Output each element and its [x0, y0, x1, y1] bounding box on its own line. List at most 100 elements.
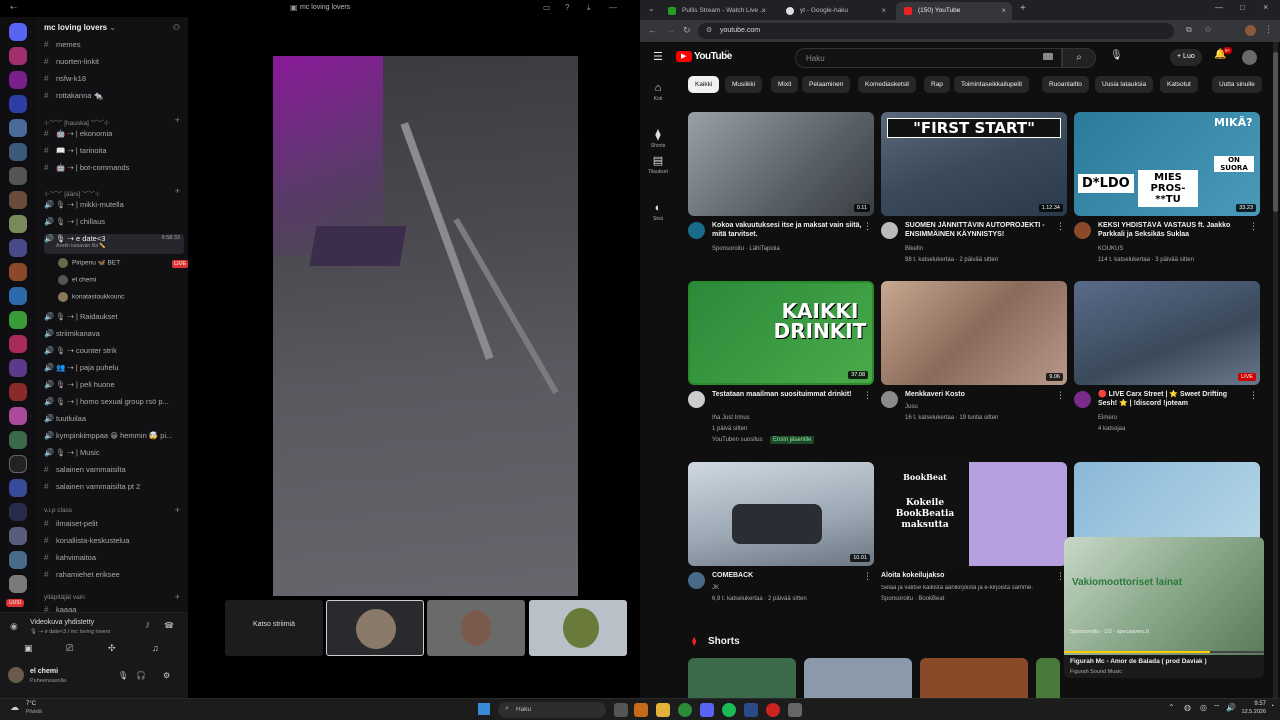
video-thumbnail[interactable]: LIVE	[1074, 281, 1260, 385]
site-info-icon[interactable]: ⚙	[706, 26, 712, 34]
video-thumbnail[interactable]: "FIRST START" 1.12.34	[881, 112, 1067, 216]
search-button[interactable]: ⌕	[1062, 48, 1096, 68]
menu-icon[interactable]: ⋮	[1264, 24, 1273, 35]
tray-chevron-icon[interactable]: ⌃	[1168, 703, 1175, 712]
chip-new[interactable]: Uutta sinulle	[1212, 76, 1262, 93]
video-channel[interactable]: Elmero	[1098, 415, 1117, 421]
server-icon[interactable]	[9, 479, 27, 497]
short-thumbnail[interactable]	[804, 658, 912, 698]
server-icon[interactable]	[9, 359, 27, 377]
scrollbar[interactable]	[1273, 42, 1278, 698]
download-icon[interactable]: ⤓	[587, 3, 591, 13]
forward-icon[interactable]: →	[666, 25, 675, 35]
chip-rap[interactable]: Rap	[924, 76, 950, 93]
chip-gaming[interactable]: Pelaaminen	[802, 76, 851, 93]
new-tab-icon[interactable]: +	[1020, 3, 1026, 14]
server-icon[interactable]	[9, 503, 27, 521]
url-field[interactable]: ⚙ youtube.com	[698, 23, 1174, 39]
more-icon[interactable]: ⋮	[863, 390, 872, 401]
video-channel[interactable]: Bikefin	[905, 246, 923, 252]
voice-channel[interactable]: 🔊 🎙 ⇢ | peli huone	[44, 380, 184, 394]
app-icon[interactable]	[634, 703, 648, 717]
wifi-icon[interactable]: ⌔	[1213, 703, 1221, 713]
help-icon[interactable]: ?	[565, 3, 569, 12]
server-icon[interactable]	[9, 455, 27, 473]
channel-item[interactable]: # 🤖 ⇢ | ekonomia	[44, 129, 184, 143]
participant-tile[interactable]	[326, 600, 424, 656]
headphones-icon[interactable]: 🎧	[136, 671, 146, 680]
reload-icon[interactable]: ↻	[683, 25, 691, 36]
taskbar-search[interactable]: ⌕ Haku	[498, 702, 606, 718]
settings-icon[interactable]: ⚙	[163, 671, 170, 680]
voice-user[interactable]: konatastoukkounc■	[58, 292, 188, 306]
server-icon[interactable]	[9, 311, 27, 329]
channel-avatar[interactable]	[881, 222, 898, 239]
clock-date[interactable]: 12.5.2026	[1226, 709, 1266, 715]
settings-icon[interactable]	[788, 703, 802, 717]
search-input[interactable]: Haku	[795, 48, 1062, 68]
chip-action[interactable]: Toimintaseikkailupelit	[954, 76, 1030, 93]
video-channel[interactable]: Sponsoroitu · LähiTapiola	[712, 246, 780, 252]
video-thumbnail[interactable]: 10.01	[688, 462, 874, 566]
file-explorer-icon[interactable]	[656, 703, 670, 717]
video-title[interactable]: 🔴 LIVE Carx Street | ⭐ Sweet Drifting Se…	[1098, 390, 1248, 408]
video-thumbnail[interactable]: KAIKKI DRINKIT 37.08	[688, 281, 874, 385]
video-thumbnail[interactable]: 9.06	[881, 281, 1067, 385]
voice-channel[interactable]: 🔊 🎙 ⇢ | chillaus	[44, 217, 184, 231]
video-title[interactable]: SUOMEN JÄNNITTÄVIN AUTOPROJEKTI - ENSIMM…	[905, 221, 1055, 239]
soundboard-icon[interactable]: ♫	[152, 643, 159, 653]
channel-item[interactable]: # 🤖 ⇢ | bot-commands	[44, 163, 184, 177]
stream-video[interactable]	[273, 56, 578, 596]
video-title[interactable]: Kokoa vakuutuksesi itse ja maksat vain s…	[712, 221, 862, 239]
server-icon[interactable]	[9, 143, 27, 161]
more-icon[interactable]: ⋮	[1056, 390, 1065, 401]
ad-thumbnail[interactable]: BookBeat Kokeile BookBeatia maksutta	[881, 462, 1067, 566]
server-icon[interactable]	[9, 407, 27, 425]
profile-avatar[interactable]	[1245, 25, 1256, 36]
steam-icon[interactable]	[744, 703, 758, 717]
progress-track[interactable]	[1064, 651, 1264, 653]
close-window-icon[interactable]: ×	[1263, 2, 1268, 12]
server-icon[interactable]	[9, 287, 27, 305]
activity-icon[interactable]: ✣	[108, 643, 116, 654]
server-icon[interactable]	[9, 119, 27, 137]
video-channel[interactable]: Jusu	[905, 404, 918, 410]
start-icon[interactable]	[478, 703, 490, 715]
short-thumbnail[interactable]	[1036, 658, 1060, 698]
spotify-icon[interactable]	[722, 703, 736, 717]
server-icon[interactable]	[9, 95, 27, 113]
tab-search-icon[interactable]: ⌄	[648, 4, 655, 13]
short-thumbnail[interactable]	[920, 658, 1028, 698]
more-icon[interactable]: ⋮	[1249, 390, 1258, 401]
scrollbar-thumb[interactable]	[1273, 52, 1278, 212]
add-friend-icon[interactable]: ⚇	[173, 23, 180, 32]
video-title[interactable]: COMEBACK	[712, 571, 862, 580]
more-icon[interactable]: ⋮	[863, 571, 872, 582]
disconnect-icon[interactable]: ☎	[164, 621, 174, 630]
tray-app-icon[interactable]: ◍	[1184, 703, 1191, 712]
channel-avatar[interactable]	[881, 391, 898, 408]
voice-channel[interactable]: 🔊 🎙 ⇢ | mikki-mutella	[44, 200, 184, 214]
channel-item[interactable]: # rahamiehet eriksee	[44, 570, 184, 584]
video-channel[interactable]: KOUKUS	[1098, 246, 1123, 252]
server-icon[interactable]	[9, 215, 27, 233]
server-icon[interactable]	[9, 383, 27, 401]
ad-title[interactable]: Aloita kokeilujakso	[881, 571, 1031, 580]
add-channel-icon[interactable]: +	[175, 115, 180, 125]
bookmark-icon[interactable]: ☆	[1204, 24, 1212, 35]
video-channel[interactable]: Iha Just Irmus	[712, 415, 750, 421]
video-thumbnail[interactable]: 0.11	[688, 112, 874, 216]
video-title[interactable]: KEKSI YHDISTÄVÄ VASTAUS ft. Jaakko Parkk…	[1098, 221, 1248, 239]
app-icon[interactable]	[766, 703, 780, 717]
voice-channel[interactable]: 🔊 🎙 ⇢ | homo sexual group rsö p...	[44, 397, 184, 411]
tab-pullis[interactable]: Pullis Stream - Watch Live ... ×	[660, 2, 772, 20]
participant-tile[interactable]	[427, 600, 525, 656]
server-icon[interactable]	[9, 47, 27, 65]
close-icon[interactable]: ×	[1001, 6, 1006, 15]
noise-suppress-icon[interactable]: ⫽	[146, 621, 150, 631]
add-channel-icon[interactable]: +	[175, 505, 180, 515]
weather-temp[interactable]: 7°C	[26, 701, 36, 707]
add-channel-icon[interactable]: +	[175, 186, 180, 196]
video-thumbnail[interactable]: D*LDO MIES PROS-**TU MIKÄ? ON SUORA 33.2…	[1074, 112, 1260, 216]
voice-channel[interactable]: 🔊 👥 ⇢ | paja puhelu	[44, 363, 184, 377]
